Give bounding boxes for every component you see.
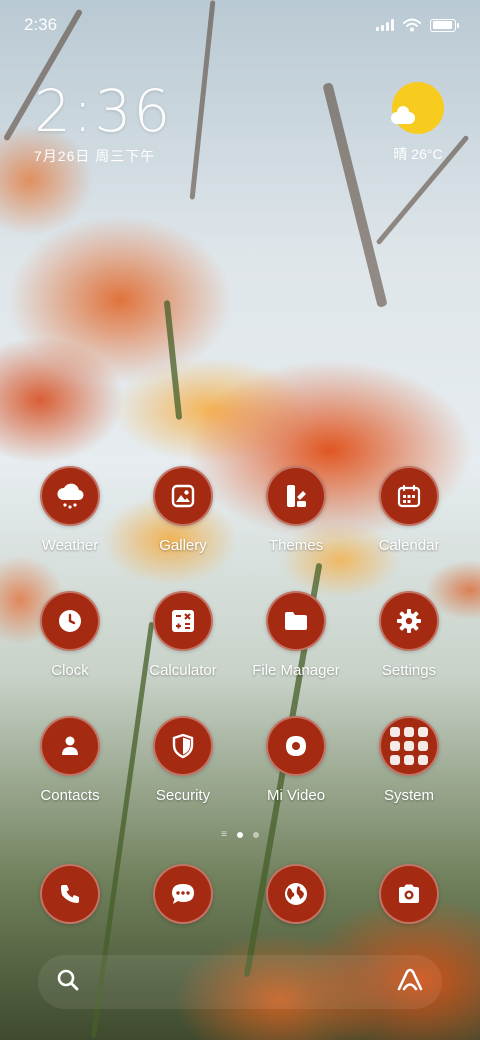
app-calendar[interactable]: Calendar [353,466,465,554]
app-calculator[interactable]: Calculator [127,591,239,679]
app-file-manager[interactable]: File Manager [240,591,352,679]
calculator-icon [153,591,213,651]
clock-icon [40,591,100,651]
clock-widget[interactable]: 2:36 7月26日 周三下午 [34,80,172,166]
weather-text: 晴 26°C [393,146,443,162]
app-label: Themes [268,537,324,554]
shield-icon [153,716,213,776]
app-mi-video[interactable]: Mi Video [240,716,352,804]
app-label: System [383,787,434,804]
video-icon [266,716,326,776]
app-label: Gallery [159,537,207,554]
dock-browser[interactable] [240,864,352,924]
dock-camera[interactable] [353,864,465,924]
wifi-icon [403,18,421,32]
themes-icon [266,466,326,526]
dock-phone[interactable] [14,864,126,924]
folder-icon [266,591,326,651]
page-dot [252,832,259,838]
camera-icon [379,864,439,924]
signal-icon [376,19,394,31]
app-label: Weather [41,537,99,554]
status-bar: 2:36 [0,0,480,50]
app-security[interactable]: Security [127,716,239,804]
widget-time: 2:36 [34,77,173,145]
calendar-icon [379,466,439,526]
search-bar[interactable] [38,955,442,1009]
app-gallery[interactable]: Gallery [127,466,239,554]
status-time: 2:36 [24,15,58,34]
app-label: Calculator [149,662,217,679]
menu-icon: ≡ [221,829,227,840]
page-dot-active [236,832,243,838]
app-label: File Manager [252,662,340,679]
contact-icon [40,716,100,776]
page-indicator[interactable]: ≡ [0,830,480,840]
assistant-icon[interactable] [396,967,424,998]
sun-cloud-icon [391,82,444,134]
app-label: Mi Video [266,787,326,804]
app-label: Security [155,787,211,804]
gallery-icon [153,466,213,526]
dock-messages[interactable] [127,864,239,924]
app-settings[interactable]: Settings [353,591,465,679]
app-label: Clock [51,662,89,679]
weather-icon [40,466,100,526]
battery-level [432,21,453,29]
app-label: Settings [381,662,437,679]
globe-icon [266,864,326,924]
phone-icon [40,864,100,924]
folder-grid-icon [379,716,439,776]
app-contacts[interactable]: Contacts [14,716,126,804]
app-weather[interactable]: Weather [14,466,126,554]
gear-icon [379,591,439,651]
status-icons [376,18,459,32]
battery-icon [430,18,459,32]
app-label: Calendar [378,537,440,554]
app-system-folder[interactable]: System [353,716,465,804]
widget-date: 7月26日 周三下午 [34,148,156,164]
app-themes[interactable]: Themes [240,466,352,554]
app-label: Contacts [40,787,100,804]
weather-widget[interactable]: 晴 26°C [391,82,444,164]
app-clock[interactable]: Clock [14,591,126,679]
message-icon [153,864,213,924]
search-icon[interactable] [56,968,80,997]
